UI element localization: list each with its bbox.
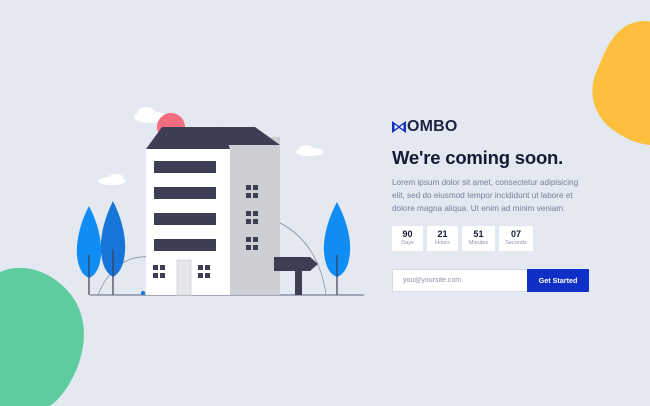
countdown-timer: 90 Days 21 Hours 51 Minutes 07 Seconds xyxy=(392,225,602,251)
countdown-label: Minutes xyxy=(468,240,489,247)
tree-icon xyxy=(323,202,351,295)
countdown-value: 07 xyxy=(510,229,521,240)
brand-logo[interactable]: OMBO xyxy=(392,116,602,138)
countdown-days: 90 Days xyxy=(392,225,423,251)
email-input[interactable] xyxy=(392,268,527,292)
coming-soon-panel: OMBO We're coming soon. Lorem ipsum dolo… xyxy=(392,116,602,292)
countdown-seconds: 07 Seconds xyxy=(499,225,533,251)
countdown-value: 51 xyxy=(473,229,484,240)
countdown-label: Hours xyxy=(435,240,450,247)
countdown-label: Days xyxy=(401,240,414,247)
bowtie-logo-icon xyxy=(392,121,406,133)
building-illustration xyxy=(76,107,364,296)
countdown-label: Seconds xyxy=(505,240,527,247)
countdown-value: 90 xyxy=(402,229,413,240)
tree-icon xyxy=(76,201,126,295)
countdown-hours: 21 Hours xyxy=(427,225,458,251)
subscribe-form: Get Started xyxy=(392,268,589,292)
page-headline: We're coming soon. xyxy=(392,147,564,168)
signpost-icon xyxy=(274,257,318,295)
brand-name: OMBO xyxy=(407,118,458,135)
countdown-value: 21 xyxy=(437,229,448,240)
countdown-minutes: 51 Minutes xyxy=(462,225,495,251)
get-started-button[interactable]: Get Started xyxy=(527,268,589,292)
page-description: Lorem ipsum dolor sit amet, consectetur … xyxy=(392,178,579,214)
